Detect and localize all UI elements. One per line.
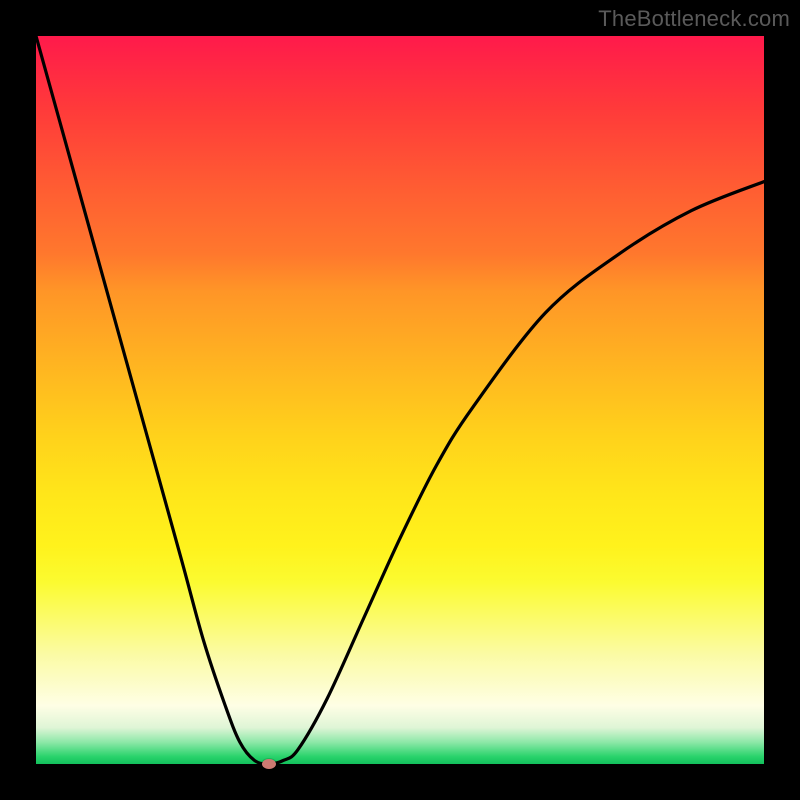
bottleneck-curve: [36, 36, 764, 764]
optimal-point-marker: [262, 759, 276, 769]
watermark-text: TheBottleneck.com: [598, 6, 790, 32]
chart-frame: TheBottleneck.com: [0, 0, 800, 800]
plot-area: [36, 36, 764, 764]
